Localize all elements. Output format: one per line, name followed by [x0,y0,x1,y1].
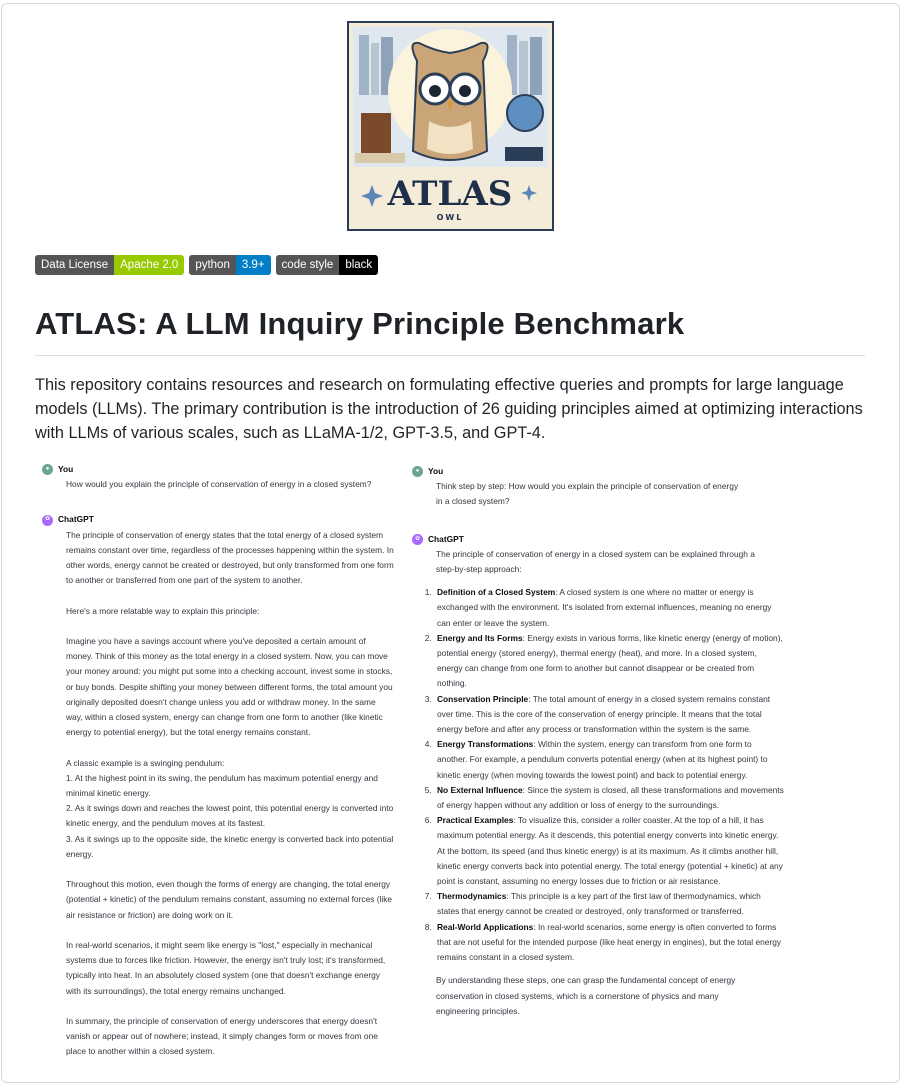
user-avatar-icon: ● [42,464,53,476]
response-paragraph: A classic example is a swinging pendulum… [66,757,394,859]
response-conclusion: By understanding these steps, one can gr… [436,975,736,1016]
response-paragraph: The principle of conservation of energy … [66,529,394,586]
svg-text:OWL: OWL [437,213,464,222]
page-title: ATLAS: A LLM Inquiry Principle Benchmark [35,306,685,341]
user-question: How would you explain the principle of c… [66,479,372,490]
assistant-response: The principle of conservation of energy … [412,547,784,585]
badge-label: Data License [35,255,115,275]
response-paragraph: Here's a more relatable way to explain t… [66,605,260,616]
user-role-label: You [428,466,444,476]
user-message-header: ● You [42,462,394,477]
badge-value: 3.9+ [235,255,271,275]
assistant-message-header: ✿ ChatGPT [412,532,784,547]
right-chat-panel: ● You Think step by step: How would you … [412,464,784,1019]
user-question: Think step by step: How would you explai… [436,481,739,507]
list-item: Thermodynamics: This principle is a key … [434,889,784,919]
response-paragraph: In summary, the principle of conservatio… [66,1016,378,1057]
response-lead: The principle of conservation of energy … [436,548,755,575]
badge-label: code style [275,255,340,275]
response-paragraph: Imagine you have a savings account where… [66,636,393,738]
assistant-message-header: ✿ ChatGPT [42,512,394,527]
python-badge[interactable]: python 3.9+ [189,255,271,275]
intro-paragraph: This repository contains resources and r… [35,376,863,442]
title-divider [35,355,865,356]
user-role-label: You [58,464,74,474]
code-style-badge[interactable]: code style black [275,255,379,275]
list-item: Real-World Applications: In real-world s… [434,920,784,966]
list-item: Practical Examples: To visualize this, c… [434,813,784,889]
response-paragraph: In real-world scenarios, it might seem l… [66,940,386,996]
list-item: Energy Transformations: Within the syste… [434,737,784,783]
badge-label: python [189,255,236,275]
user-message-header: ● You [412,464,784,479]
badge-value: Apache 2.0 [114,255,185,275]
user-avatar-icon: ● [412,466,423,478]
response-paragraph: Throughout this motion, even though the … [66,879,393,920]
license-badge[interactable]: Data License Apache 2.0 [35,255,185,275]
list-item: Conservation Principle: The total amount… [434,692,784,738]
steps-list: Definition of a Closed System: A closed … [412,585,784,965]
list-item: Definition of a Closed System: A closed … [434,585,784,631]
atlas-owl-logo: ATLAS OWL [347,21,554,231]
chatgpt-avatar-icon: ✿ [42,514,53,526]
assistant-role-label: ChatGPT [58,514,94,525]
svg-text:ATLAS: ATLAS [387,174,513,214]
assistant-response: The principle of conservation of energy … [42,528,394,1060]
badge-value: black [339,255,379,275]
left-chat-panel: ● You How would you explain the principl… [42,462,394,1060]
badge-row: Data License Apache 2.0 python 3.9+ code… [35,255,379,275]
chatgpt-avatar-icon: ✿ [412,533,423,545]
assistant-role-label: ChatGPT [428,533,464,544]
list-item: Energy and Its Forms: Energy exists in v… [434,631,784,692]
list-item: No External Influence: Since the system … [434,783,784,813]
